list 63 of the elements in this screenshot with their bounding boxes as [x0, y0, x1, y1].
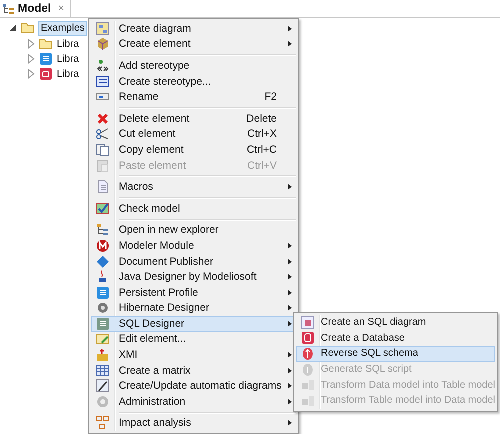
tree-icon	[96, 223, 110, 238]
menu-item[interactable]: Check model	[91, 200, 296, 217]
model-tab[interactable]: Model ✕	[0, 0, 72, 17]
menu-item[interactable]: Document Publisher	[91, 254, 296, 270]
menu-item[interactable]: Modeler Module	[91, 238, 296, 254]
menu-item[interactable]: Edit element...	[91, 332, 296, 348]
grid-icon	[96, 364, 110, 378]
menu-item[interactable]: Macros	[91, 179, 296, 195]
menu-item[interactable]: Create stereotype...	[91, 74, 296, 90]
delete-icon	[96, 112, 110, 126]
edit-icon	[96, 332, 110, 346]
tree-item[interactable]: Examples	[38, 20, 87, 36]
collapsed-arrow-icon[interactable]	[26, 38, 36, 50]
tree-item[interactable]: Libra	[56, 66, 80, 82]
collapsed-arrow-icon[interactable]	[26, 53, 36, 65]
menu-item[interactable]: Rename F2	[91, 89, 296, 105]
scissors-icon	[96, 127, 110, 142]
menu-item[interactable]: Create a Database	[296, 330, 495, 346]
diamond-icon	[96, 254, 110, 269]
menu-item[interactable]: Create/Update automatic diagrams	[91, 378, 296, 394]
collapsed-arrow-icon[interactable]	[26, 68, 36, 80]
tree-item[interactable]: Libra	[56, 36, 80, 52]
document-icon	[96, 316, 110, 331]
diagram-icon	[96, 22, 110, 36]
document-icon	[39, 52, 53, 66]
menu-item[interactable]: XMI	[91, 347, 296, 363]
menu-item[interactable]: Administration	[91, 394, 296, 410]
gear-icon	[96, 301, 110, 316]
menu-item[interactable]: SQL Designer	[91, 316, 296, 332]
database-icon	[301, 362, 315, 377]
module-icon	[96, 238, 110, 253]
check-icon	[96, 202, 110, 216]
database-icon	[301, 331, 315, 346]
menu-item[interactable]: Create a matrix	[91, 362, 296, 378]
diagram-icon	[301, 316, 315, 330]
menu-item[interactable]: Delete element Delete	[91, 110, 296, 127]
tab-title: Model	[18, 2, 52, 14]
hierarchy-icon	[96, 416, 110, 430]
menu-item[interactable]: Create an SQL diagram	[296, 315, 495, 331]
close-button[interactable]: ✕	[58, 4, 66, 13]
menu-item[interactable]: Hibernate Designer	[91, 300, 296, 316]
database-icon	[301, 346, 315, 361]
stereotype-icon	[96, 74, 110, 89]
menu-item[interactable]: Copy element Ctrl+C	[91, 142, 296, 158]
database-icon	[39, 67, 53, 81]
menu-item[interactable]: Open in new explorer	[91, 222, 296, 238]
menu-item[interactable]: Create diagram	[91, 21, 296, 37]
folder-icon	[21, 21, 35, 35]
menu-item[interactable]: Impact analysis	[91, 416, 296, 432]
tree-item[interactable]: Libra	[56, 52, 80, 66]
cube-icon	[96, 37, 110, 52]
menu-item[interactable]: Java Designer by Modeliosoft	[91, 269, 296, 285]
menu-item[interactable]: Create element	[91, 36, 296, 52]
menu-item[interactable]: Persistent Profile	[91, 284, 296, 300]
document-icon	[96, 286, 110, 300]
menu-item[interactable]: Cut element Ctrl+X	[91, 126, 296, 142]
gear-icon	[96, 394, 110, 409]
tree-icon	[2, 2, 15, 16]
stereotype-icon	[96, 58, 110, 73]
document-icon	[96, 180, 110, 194]
menu-item[interactable]: Add stereotype	[91, 58, 296, 74]
copy-icon	[96, 142, 110, 157]
menu-item[interactable]: Reverse SQL schema	[296, 346, 495, 362]
